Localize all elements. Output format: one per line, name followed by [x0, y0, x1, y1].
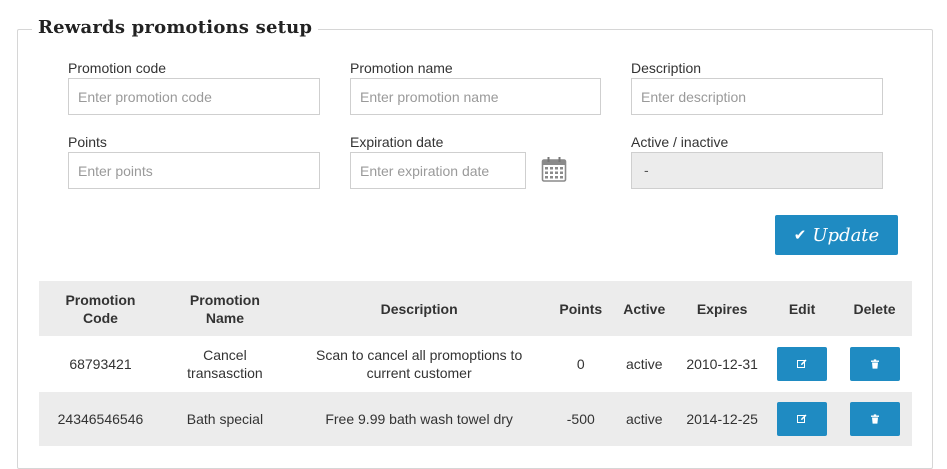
cell-delete: [837, 392, 912, 446]
cell-active: active: [611, 336, 678, 392]
points-label: Points: [68, 134, 107, 150]
cell-edit: [767, 392, 838, 446]
promo-name-label: Promotion name: [350, 60, 453, 76]
calendar-icon[interactable]: [541, 156, 567, 182]
description-input[interactable]: [631, 78, 883, 115]
cell-edit: [767, 336, 838, 392]
check-icon: ✔: [793, 226, 807, 244]
cell-code: 24346546546: [39, 392, 162, 446]
active-label: Active / inactive: [631, 134, 729, 150]
header-points: Points: [550, 281, 612, 336]
header-promotion-name: Promotion Name: [161, 281, 288, 336]
cell-code: 68793421: [39, 336, 162, 392]
cell-name: Cancel transasction: [161, 336, 288, 392]
cell-description: Scan to cancel all promoptions to curren…: [287, 336, 551, 392]
trash-icon: [870, 359, 879, 369]
edit-icon: [797, 359, 807, 368]
cell-active: active: [611, 392, 678, 446]
cell-description: Free 9.99 bath wash towel dry: [287, 392, 551, 446]
trash-icon: [870, 414, 879, 424]
table-row: 68793421 Cancel transasction Scan to can…: [39, 336, 912, 392]
header-active: Active: [611, 281, 678, 336]
cell-delete: [837, 336, 912, 392]
promo-code-label: Promotion code: [68, 60, 167, 76]
header-delete: Delete: [837, 281, 912, 336]
header-expires: Expires: [677, 281, 768, 336]
header-description: Description: [287, 281, 551, 336]
edit-button[interactable]: [777, 347, 828, 381]
points-input[interactable]: [68, 152, 320, 189]
promotions-table: Promotion Code Promotion Name Descriptio…: [39, 281, 912, 446]
description-label: Description: [631, 60, 702, 76]
cell-points: -500: [550, 392, 612, 446]
section-title: Rewards promotions setup: [32, 17, 319, 38]
cell-expires: 2010-12-31: [677, 336, 768, 392]
update-button[interactable]: ✔ Update: [775, 215, 898, 255]
expiration-label: Expiration date: [350, 134, 444, 150]
header-edit: Edit: [767, 281, 838, 336]
active-select[interactable]: -: [631, 152, 883, 189]
cell-points: 0: [550, 336, 612, 392]
cell-name: Bath special: [161, 392, 288, 446]
table-header-row: Promotion Code Promotion Name Descriptio…: [39, 281, 912, 336]
promo-name-input[interactable]: [350, 78, 601, 115]
promo-code-input[interactable]: [68, 78, 320, 115]
update-button-label: Update: [812, 224, 880, 246]
expiration-date-input[interactable]: [350, 152, 526, 189]
cell-expires: 2014-12-25: [677, 392, 768, 446]
edit-button[interactable]: [777, 402, 828, 436]
edit-icon: [797, 414, 807, 423]
header-promotion-code: Promotion Code: [39, 281, 162, 336]
delete-button[interactable]: [849, 347, 900, 381]
table-row: 24346546546 Bath special Free 9.99 bath …: [39, 392, 912, 446]
delete-button[interactable]: [849, 402, 900, 436]
